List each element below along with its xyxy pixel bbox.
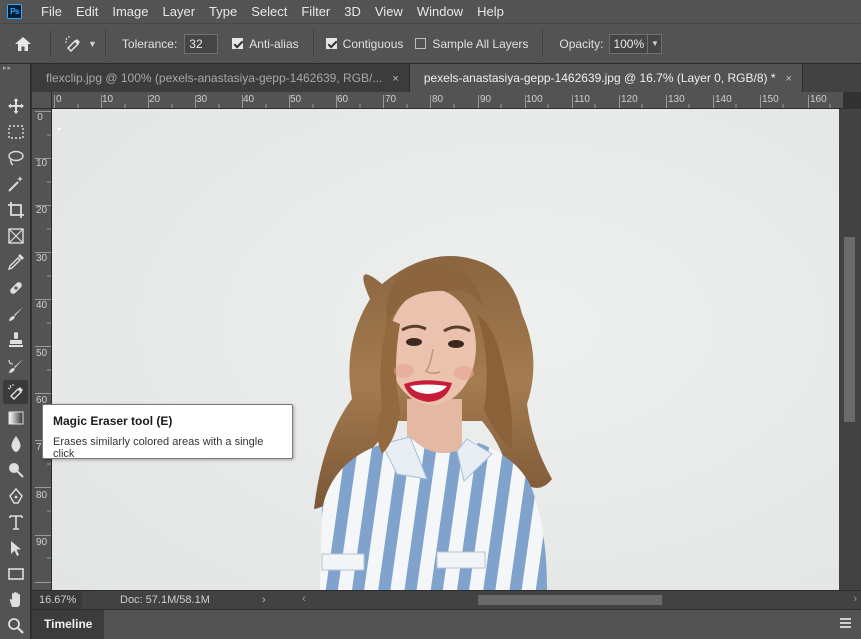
brush-icon[interactable] [3, 302, 28, 326]
vertical-scroll-thumb[interactable] [844, 237, 855, 422]
marquee-icon[interactable] [3, 120, 28, 144]
magic-eraser-preset-icon [63, 34, 83, 54]
crop-icon[interactable] [3, 198, 28, 222]
menu-image[interactable]: Image [105, 0, 155, 23]
lasso-icon[interactable] [3, 146, 28, 170]
ruler-ticks [54, 95, 831, 108]
magic-wand-icon[interactable] [3, 172, 28, 196]
panel-menu-icon[interactable] [840, 618, 851, 628]
path-selection-icon[interactable] [3, 536, 28, 560]
horizontal-scrollbar[interactable]: ‹ › [302, 591, 861, 609]
menu-window[interactable]: Window [410, 0, 470, 23]
checkbox-unchecked-icon [415, 38, 427, 49]
tab-flexclip[interactable]: flexclip.jpg @ 100% (pexels-anastasiya-g… [32, 64, 410, 92]
separator [50, 30, 51, 57]
checkbox-checked-icon [325, 38, 337, 49]
timeline-panel: Timeline [32, 609, 861, 639]
eyedropper-icon[interactable] [3, 250, 28, 274]
vertical-ruler[interactable]: 0 10 20 30 40 50 60 70 80 90 [32, 109, 52, 590]
toolbox: ▸▸ [0, 64, 31, 639]
tooltip-title: Magic Eraser tool (E) [53, 414, 173, 428]
horizontal-scroll-thumb[interactable] [478, 595, 662, 605]
blur-icon[interactable] [3, 432, 28, 456]
menu-view[interactable]: View [368, 0, 410, 23]
antialias-label: Anti-alias [249, 36, 299, 51]
opacity-input[interactable]: 100% [609, 33, 648, 54]
status-bar: 16.67% Doc: 57.1M/58.1M › ‹ › [32, 590, 861, 609]
menu-select[interactable]: Select [244, 0, 294, 23]
menu-type[interactable]: Type [202, 0, 244, 23]
contiguous-checkbox[interactable]: Contiguous [325, 36, 404, 51]
tab-label: flexclip.jpg @ 100% (pexels-anastasiya-g… [46, 71, 383, 85]
chevron-right-icon[interactable]: › [262, 594, 266, 606]
separator [104, 30, 106, 57]
tolerance-label: Tolerance: [121, 36, 178, 51]
gradient-icon[interactable] [3, 406, 28, 430]
document-size: Doc: 57.1M/58.1M [120, 594, 210, 606]
hand-icon[interactable] [3, 588, 28, 612]
ruler-origin[interactable] [32, 92, 52, 109]
checkbox-checked-icon [232, 38, 244, 49]
antialias-checkbox[interactable]: Anti-alias [232, 36, 299, 51]
healing-brush-icon[interactable] [3, 276, 28, 300]
scroll-right-icon[interactable]: › [853, 593, 857, 605]
options-bar: ▼ Tolerance: 32 Anti-alias Contiguous Sa… [0, 23, 861, 64]
document-canvas[interactable] [52, 109, 839, 590]
menu-edit[interactable]: Edit [69, 0, 105, 23]
horizontal-ruler[interactable]: 0 10 20 30 40 50 60 70 80 90 100 110 120… [52, 92, 843, 109]
contiguous-label: Contiguous [342, 36, 404, 51]
opacity-label: Opacity: [559, 36, 604, 51]
sample-all-layers-checkbox[interactable]: Sample All Layers [415, 37, 528, 51]
zoom-icon[interactable] [3, 614, 28, 638]
sample-all-layers-label: Sample All Layers [432, 36, 529, 51]
frame-icon[interactable] [3, 224, 28, 248]
zoom-level[interactable]: 16.67% [32, 591, 82, 609]
scroll-left-icon[interactable]: ‹ [302, 593, 306, 605]
history-brush-icon[interactable] [3, 354, 28, 378]
separator [312, 30, 314, 57]
dodge-icon[interactable] [3, 458, 28, 482]
chevron-down-icon: ▼ [88, 38, 97, 49]
photo-woman-striped-shirt [52, 109, 839, 590]
ruler-ticks [35, 111, 51, 583]
rectangle-icon[interactable] [3, 562, 28, 586]
tab-timeline[interactable]: Timeline [32, 610, 105, 639]
menu-3d[interactable]: 3D [337, 0, 368, 23]
tool-tooltip: Magic Eraser tool (E) Erases similarly c… [42, 404, 293, 460]
document-tabs: flexclip.jpg @ 100% (pexels-anastasiya-g… [32, 64, 861, 92]
move-icon[interactable] [3, 94, 28, 118]
menu-bar: Ps File Edit Image Layer Type Select Fil… [0, 0, 861, 23]
close-icon[interactable]: × [392, 73, 398, 85]
menu-layer[interactable]: Layer [156, 0, 203, 23]
tool-preset-picker[interactable]: ▼ [63, 34, 97, 54]
pen-icon[interactable] [3, 484, 28, 508]
magic-eraser-icon[interactable] [3, 380, 28, 404]
vertical-scrollbar[interactable] [839, 109, 861, 590]
menu-help[interactable]: Help [470, 0, 511, 23]
home-icon[interactable] [12, 33, 34, 55]
tooltip-description: Erases similarly colored areas with a si… [53, 436, 264, 460]
tolerance-input[interactable]: 32 [184, 33, 219, 54]
toolbox-grip-icon[interactable]: ▸▸ [0, 64, 30, 74]
tab-pexels-image[interactable]: pexels-anastasiya-gepp-1462639.jpg @ 16.… [409, 64, 803, 92]
tab-label: pexels-anastasiya-gepp-1462639.jpg @ 16.… [423, 71, 776, 85]
close-icon[interactable]: × [786, 73, 792, 85]
type-icon[interactable] [3, 510, 28, 534]
menu-file[interactable]: File [34, 0, 69, 23]
photoshop-logo-icon[interactable]: Ps [7, 4, 22, 19]
separator [542, 30, 544, 57]
chevron-down-icon[interactable]: ▼ [647, 33, 663, 54]
clone-stamp-icon[interactable] [3, 328, 28, 352]
menu-filter[interactable]: Filter [294, 0, 337, 23]
